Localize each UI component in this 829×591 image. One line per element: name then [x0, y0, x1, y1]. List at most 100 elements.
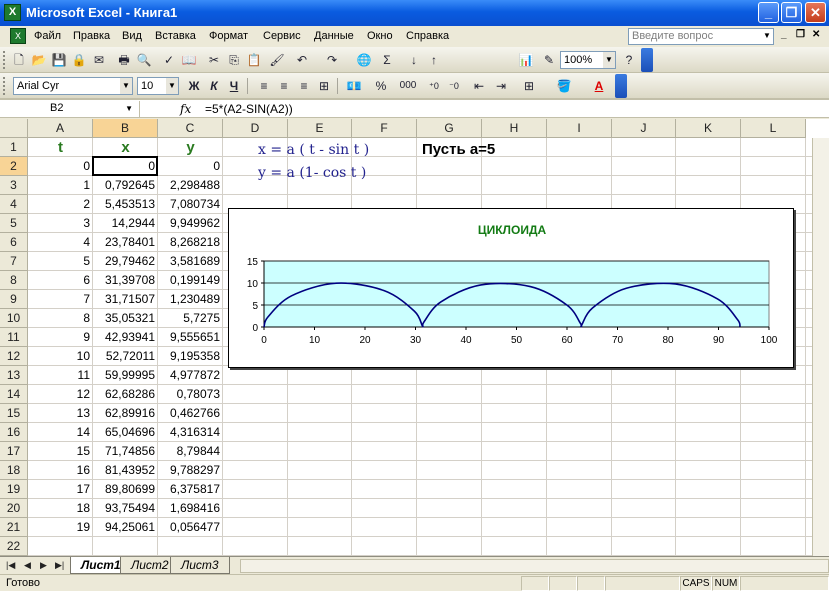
- row-header-20[interactable]: 20: [0, 499, 28, 518]
- formula-input[interactable]: =5*(A2-SIN(A2)): [205, 102, 293, 116]
- column-header-k[interactable]: K: [676, 119, 741, 138]
- row-header-8[interactable]: 8: [0, 271, 28, 290]
- currency-icon[interactable]: 💶: [345, 77, 363, 95]
- row-header-18[interactable]: 18: [0, 461, 28, 480]
- column-header-b[interactable]: B: [93, 119, 158, 138]
- table-cell[interactable]: 4,316314: [158, 423, 223, 442]
- row-header-17[interactable]: 17: [0, 442, 28, 461]
- zoom-select[interactable]: 100% ▼: [560, 51, 616, 69]
- header-cell-a1[interactable]: t: [28, 138, 93, 157]
- table-cell[interactable]: 14: [28, 423, 93, 442]
- next-sheet-button[interactable]: ▶: [40, 560, 47, 571]
- column-header-g[interactable]: G: [417, 119, 482, 138]
- chevron-down-icon[interactable]: ▼: [763, 31, 771, 40]
- menu-view[interactable]: Вид: [122, 30, 142, 42]
- table-cell[interactable]: 1,230489: [158, 290, 223, 309]
- row-header-9[interactable]: 9: [0, 290, 28, 309]
- table-cell[interactable]: 1: [28, 176, 93, 195]
- column-header-a[interactable]: A: [28, 119, 93, 138]
- drawing-icon[interactable]: ✎: [540, 51, 558, 69]
- table-cell[interactable]: 4: [28, 233, 93, 252]
- save-icon[interactable]: 💾: [50, 51, 68, 69]
- undo-icon[interactable]: ↶: [293, 51, 311, 69]
- table-cell[interactable]: 4,977872: [158, 366, 223, 385]
- table-cell[interactable]: 0,78073: [158, 385, 223, 404]
- paste-icon[interactable]: 📋: [245, 51, 263, 69]
- table-cell[interactable]: 7: [28, 290, 93, 309]
- row-header-5[interactable]: 5: [0, 214, 28, 233]
- close-button[interactable]: ✕: [805, 2, 826, 23]
- column-header-i[interactable]: I: [547, 119, 612, 138]
- row-header-13[interactable]: 13: [0, 366, 28, 385]
- chevron-down-icon[interactable]: ▼: [125, 101, 133, 116]
- fill-color-icon[interactable]: 🪣: [555, 77, 573, 95]
- help-icon[interactable]: ?: [620, 51, 638, 69]
- table-cell[interactable]: 5,453513: [93, 195, 158, 214]
- permission-icon[interactable]: 🔒: [70, 51, 88, 69]
- table-cell[interactable]: 65,04696: [93, 423, 158, 442]
- row-header-15[interactable]: 15: [0, 404, 28, 423]
- table-cell[interactable]: 1,698416: [158, 499, 223, 518]
- insert-function-icon[interactable]: fx: [180, 102, 191, 116]
- mdi-restore-button[interactable]: ❐: [796, 29, 805, 40]
- table-cell[interactable]: 81,43952: [93, 461, 158, 480]
- row-header-12[interactable]: 12: [0, 347, 28, 366]
- spelling-icon[interactable]: ✓: [160, 51, 178, 69]
- horizontal-scrollbar[interactable]: [240, 559, 829, 573]
- sort-asc-icon[interactable]: ↓: [405, 51, 423, 69]
- table-cell[interactable]: 52,72011: [93, 347, 158, 366]
- font-name-select[interactable]: Arial Cyr ▼: [13, 77, 133, 95]
- prev-sheet-button[interactable]: ◀: [24, 560, 31, 571]
- print-preview-icon[interactable]: 🔍: [135, 51, 153, 69]
- row-header-7[interactable]: 7: [0, 252, 28, 271]
- increase-indent-icon[interactable]: ⇥: [492, 77, 510, 95]
- menu-edit[interactable]: Правка: [73, 30, 110, 42]
- table-cell[interactable]: 19: [28, 518, 93, 537]
- table-cell[interactable]: 93,75494: [93, 499, 158, 518]
- table-cell[interactable]: 6,375817: [158, 480, 223, 499]
- table-cell[interactable]: 35,05321: [93, 309, 158, 328]
- row-header-22[interactable]: 22: [0, 537, 28, 556]
- research-icon[interactable]: 📖: [180, 51, 198, 69]
- italic-button[interactable]: К: [205, 77, 223, 95]
- table-cell[interactable]: 59,99995: [93, 366, 158, 385]
- menu-help[interactable]: Справка: [406, 30, 449, 42]
- merge-center-icon[interactable]: ⊞: [315, 77, 333, 95]
- autosum-icon[interactable]: Σ: [378, 51, 396, 69]
- copy-icon[interactable]: ⎘: [225, 51, 243, 69]
- mdi-close-button[interactable]: ✕: [812, 29, 820, 40]
- table-cell[interactable]: 9: [28, 328, 93, 347]
- table-cell[interactable]: 8,268218: [158, 233, 223, 252]
- selected-cell[interactable]: [92, 156, 158, 176]
- font-size-select[interactable]: 10 ▼: [137, 77, 179, 95]
- table-cell[interactable]: 0,462766: [158, 404, 223, 423]
- header-cell-b1[interactable]: x: [93, 138, 158, 157]
- header-cell-c1[interactable]: y: [158, 138, 223, 157]
- ask-question-input[interactable]: Введите вопрос: [628, 28, 774, 45]
- table-cell[interactable]: 6: [28, 271, 93, 290]
- maximize-button[interactable]: ❐: [781, 2, 802, 23]
- row-header-4[interactable]: 4: [0, 195, 28, 214]
- table-cell[interactable]: 9,949962: [158, 214, 223, 233]
- column-header-h[interactable]: H: [482, 119, 547, 138]
- name-box[interactable]: B2 ▼: [2, 101, 140, 117]
- redo-icon[interactable]: ↷: [323, 51, 341, 69]
- table-cell[interactable]: 9,195358: [158, 347, 223, 366]
- menu-format[interactable]: Формат: [209, 30, 248, 42]
- new-icon[interactable]: 🗋: [10, 51, 28, 69]
- worksheet-grid[interactable]: A B C D E F G H I J K L 1 2 3 4 5 6 7 8 9 10 11 12 13 14 15 16 17 18 1…: [0, 119, 829, 556]
- hyperlink-icon[interactable]: 🌐: [355, 51, 373, 69]
- toolbar-options-button[interactable]: [615, 74, 627, 98]
- table-cell[interactable]: 0,792645: [93, 176, 158, 195]
- table-cell[interactable]: 16: [28, 461, 93, 480]
- table-cell[interactable]: 15: [28, 442, 93, 461]
- column-header-e[interactable]: E: [288, 119, 352, 138]
- table-cell[interactable]: 3: [28, 214, 93, 233]
- table-cell[interactable]: 23,78401: [93, 233, 158, 252]
- table-cell[interactable]: 0: [28, 157, 93, 176]
- bold-button[interactable]: Ж: [185, 77, 203, 95]
- menu-file[interactable]: Файл: [34, 30, 61, 42]
- last-sheet-button[interactable]: ▶|: [55, 560, 64, 571]
- percent-button[interactable]: %: [372, 77, 390, 95]
- row-header-11[interactable]: 11: [0, 328, 28, 347]
